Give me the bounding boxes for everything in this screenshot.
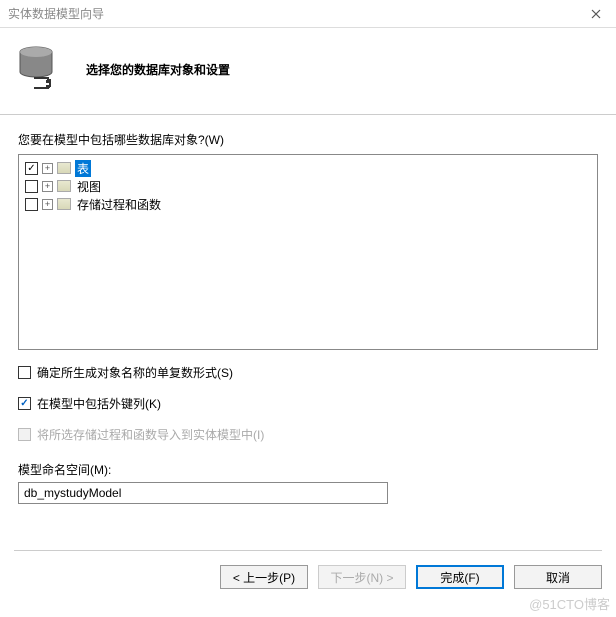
tree-label[interactable]: 表 [75, 160, 91, 177]
option-label: 将所选存储过程和函数导入到实体模型中(I) [37, 426, 264, 443]
tree-item-tables[interactable]: ✓ + 表 [25, 159, 591, 177]
sproc-icon [57, 198, 71, 210]
table-icon [57, 162, 71, 174]
tree-item-sprocs[interactable]: + 存储过程和函数 [25, 195, 591, 213]
checkbox-icon[interactable]: ✓ [25, 162, 38, 175]
option-label: 确定所生成对象名称的单复数形式(S) [37, 364, 233, 381]
watermark: @51CTO博客 [529, 594, 610, 613]
database-icon [16, 44, 66, 94]
namespace-label: 模型命名空间(M): [18, 461, 598, 478]
back-button[interactable]: < 上一步(P) [220, 565, 308, 589]
close-icon [591, 9, 601, 19]
content-area: 您要在模型中包括哪些数据库对象?(W) ✓ + 表 + 视图 + 存储过程和函数… [0, 115, 616, 512]
window-title: 实体数据模型向导 [8, 5, 104, 22]
close-button[interactable] [576, 0, 616, 28]
cancel-button[interactable]: 取消 [514, 565, 602, 589]
titlebar: 实体数据模型向导 [0, 0, 616, 28]
option-importsp: 将所选存储过程和函数导入到实体模型中(I) [18, 426, 598, 443]
checkbox-icon[interactable] [25, 180, 38, 193]
option-pluralize[interactable]: 确定所生成对象名称的单复数形式(S) [18, 364, 598, 381]
tree-item-views[interactable]: + 视图 [25, 177, 591, 195]
namespace-input[interactable] [18, 482, 388, 504]
checkbox-icon [18, 428, 31, 441]
view-icon [57, 180, 71, 192]
next-button: 下一步(N) > [318, 565, 406, 589]
option-label: 在模型中包括外键列(K) [37, 395, 161, 412]
finish-button[interactable]: 完成(F) [416, 565, 504, 589]
checkbox-icon[interactable]: ✓ [18, 397, 31, 410]
expand-icon[interactable]: + [42, 181, 53, 192]
expand-icon[interactable]: + [42, 163, 53, 174]
object-tree[interactable]: ✓ + 表 + 视图 + 存储过程和函数 [18, 154, 598, 350]
checkbox-icon[interactable] [25, 198, 38, 211]
expand-icon[interactable]: + [42, 199, 53, 210]
button-row: < 上一步(P) 下一步(N) > 完成(F) 取消 [14, 550, 602, 589]
header-title: 选择您的数据库对象和设置 [86, 61, 230, 78]
option-foreignkeys[interactable]: ✓ 在模型中包括外键列(K) [18, 395, 598, 412]
tree-prompt: 您要在模型中包括哪些数据库对象?(W) [18, 131, 598, 148]
tree-label[interactable]: 存储过程和函数 [75, 196, 163, 213]
tree-label[interactable]: 视图 [75, 178, 103, 195]
header-panel: 选择您的数据库对象和设置 [0, 28, 616, 115]
checkbox-icon[interactable] [18, 366, 31, 379]
